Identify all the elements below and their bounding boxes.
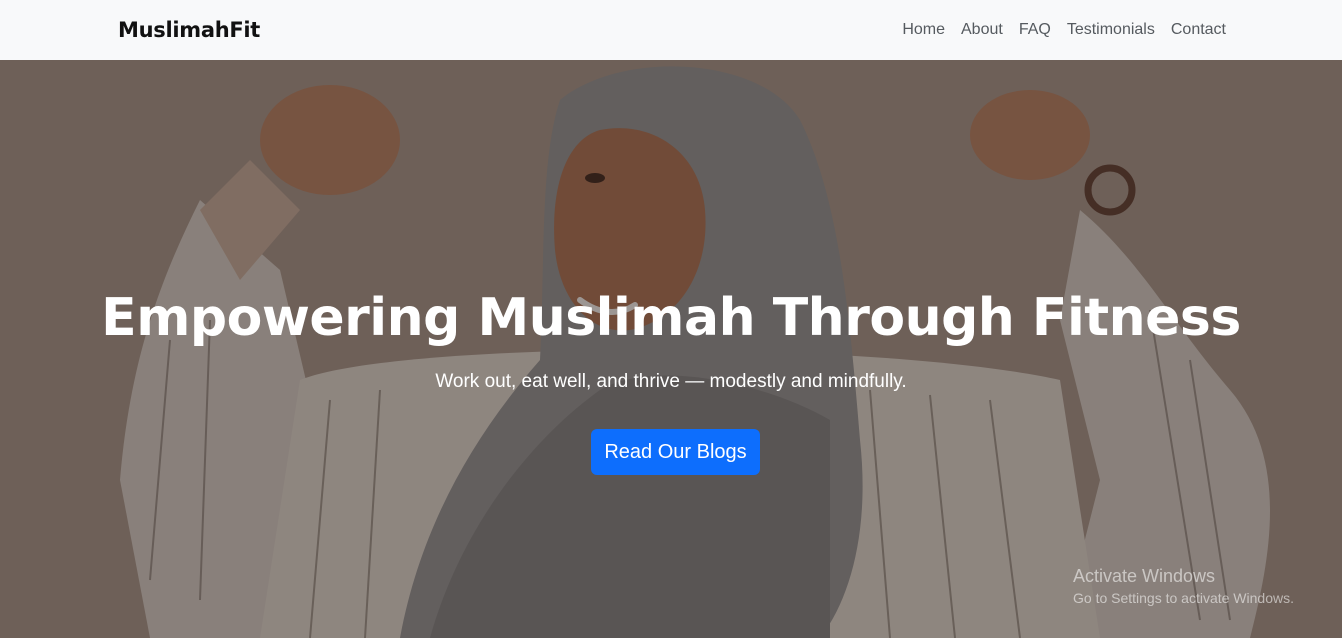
nav-link-testimonials[interactable]: Testimonials (1067, 21, 1155, 38)
nav-link-faq[interactable]: FAQ (1019, 21, 1051, 38)
windows-activation-watermark: Activate Windows Go to Settings to activ… (1073, 566, 1294, 606)
watermark-subtitle: Go to Settings to activate Windows. (1073, 590, 1294, 606)
brand-logo[interactable]: MuslimahFit (118, 18, 260, 42)
nav-link-about[interactable]: About (961, 21, 1003, 38)
hero-section: Empowering Muslimah Through Fitness Work… (0, 60, 1342, 638)
hero-title: Empowering Muslimah Through Fitness (101, 288, 1241, 348)
hero-subtitle: Work out, eat well, and thrive — modestl… (435, 371, 907, 392)
hero-content: Empowering Muslimah Through Fitness Work… (0, 60, 1342, 638)
nav-link-home[interactable]: Home (902, 21, 945, 38)
nav-link-contact[interactable]: Contact (1171, 21, 1226, 38)
watermark-title: Activate Windows (1073, 566, 1216, 586)
read-blogs-button[interactable]: Read Our Blogs (591, 429, 760, 475)
navbar: MuslimahFit Home About FAQ Testimonials … (0, 0, 1342, 60)
nav-links: Home About FAQ Testimonials Contact (902, 21, 1226, 39)
